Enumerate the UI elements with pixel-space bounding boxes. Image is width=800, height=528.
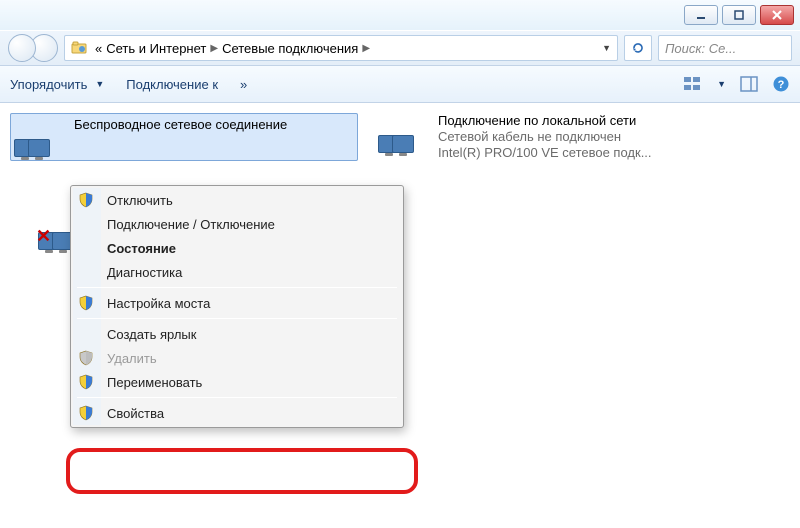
maximize-icon	[734, 10, 744, 20]
menu-item-label: Создать ярлык	[107, 327, 196, 342]
chevron-right-icon[interactable]: ▶	[362, 43, 370, 54]
shield-icon	[78, 405, 94, 421]
back-button[interactable]	[8, 34, 36, 62]
menu-item[interactable]: Отключить	[101, 188, 401, 212]
connect-to-menu[interactable]: Подключение к	[126, 77, 218, 92]
toolbar: Упорядочить ▼ Подключение к » ▼ ?	[0, 66, 800, 103]
help-button[interactable]: ?	[772, 75, 790, 93]
menu-item-label: Состояние	[107, 241, 176, 256]
menu-separator	[77, 318, 397, 319]
refresh-button[interactable]	[624, 35, 652, 61]
menu-item-label: Переименовать	[107, 375, 202, 390]
chevron-down-icon: ▼	[95, 79, 104, 89]
nav-buttons	[8, 34, 58, 62]
connection-adapter: Intel(R) PRO/100 VE сетевое подк...	[438, 145, 652, 160]
minimize-button[interactable]	[684, 5, 718, 25]
view-options-button[interactable]	[683, 75, 701, 93]
content-area: Беспроводное сетевое соединение Подключе…	[0, 103, 800, 171]
menu-item-label: Настройка моста	[107, 296, 210, 311]
connection-title: Беспроводное сетевое соединение	[74, 117, 287, 132]
menu-item-label: Свойства	[107, 406, 164, 421]
crumb-seg1[interactable]: Сеть и Интернет	[106, 41, 206, 56]
breadcrumb: « Сеть и Интернет ▶ Сетевые подключения …	[95, 41, 370, 56]
menu-item-label: Удалить	[107, 351, 157, 366]
network-folder-icon	[71, 40, 87, 56]
shield-icon	[78, 350, 94, 366]
connection-title: Подключение по локальной сети	[438, 113, 652, 128]
chevron-down-icon[interactable]: ▼	[717, 79, 726, 89]
annotation-highlight	[66, 448, 418, 494]
overflow-label: »	[240, 77, 247, 92]
menu-item-label: Отключить	[107, 193, 173, 208]
minimize-icon	[696, 10, 706, 20]
preview-pane-button[interactable]	[740, 75, 758, 93]
maximize-button[interactable]	[722, 5, 756, 25]
menu-item-label: Диагностика	[107, 265, 182, 280]
address-dropdown-icon[interactable]: ▼	[602, 43, 611, 53]
menu-item[interactable]: Настройка моста	[101, 291, 401, 315]
search-placeholder: Поиск: Се...	[665, 41, 736, 56]
search-input[interactable]: Поиск: Се...	[658, 35, 792, 61]
menu-item[interactable]: Подключение / Отключение	[101, 212, 401, 236]
menu-item[interactable]: Диагностика	[101, 260, 401, 284]
svg-text:?: ?	[778, 79, 785, 91]
close-button[interactable]	[760, 5, 794, 25]
chevron-right-icon[interactable]: ▶	[210, 43, 218, 54]
organize-label: Упорядочить	[10, 77, 87, 92]
toolbar-overflow[interactable]: »	[240, 77, 247, 92]
window: « Сеть и Интернет ▶ Сетевые подключения …	[0, 0, 800, 528]
shield-icon	[78, 192, 94, 208]
menu-item[interactable]: Состояние	[101, 236, 401, 260]
organize-menu[interactable]: Упорядочить ▼	[10, 77, 104, 92]
crumb-seg2[interactable]: Сетевые подключения	[222, 41, 358, 56]
toolbar-right: ▼ ?	[683, 75, 790, 93]
shield-icon	[78, 374, 94, 390]
connection-lan[interactable]: Подключение по локальной сети Сетевой ка…	[378, 113, 718, 161]
crumb-prefix[interactable]: «	[95, 41, 102, 56]
menu-item[interactable]: Переименовать	[101, 370, 401, 394]
menu-item-label: Подключение / Отключение	[107, 217, 275, 232]
context-menu: Отключить Подключение / Отключение Состоян…	[70, 185, 404, 428]
menu-separator	[77, 287, 397, 288]
refresh-icon	[631, 41, 645, 55]
menu-separator	[77, 397, 397, 398]
address-bar: « Сеть и Интернет ▶ Сетевые подключения …	[0, 30, 800, 66]
menu-item: Удалить	[101, 346, 401, 370]
menu-item[interactable]: Свойства	[101, 401, 401, 425]
breadcrumb-field[interactable]: « Сеть и Интернет ▶ Сетевые подключения …	[64, 35, 618, 61]
connect-to-label: Подключение к	[126, 77, 218, 92]
close-icon	[772, 10, 782, 20]
connection-wireless[interactable]: Беспроводное сетевое соединение	[10, 113, 358, 161]
connection-status: Сетевой кабель не подключен	[438, 129, 652, 144]
network-icon	[14, 117, 66, 157]
titlebar	[0, 0, 800, 30]
network-icon	[378, 113, 430, 153]
shield-icon	[78, 295, 94, 311]
menu-item[interactable]: Создать ярлык	[101, 322, 401, 346]
error-x-icon: ✕	[36, 226, 51, 247]
